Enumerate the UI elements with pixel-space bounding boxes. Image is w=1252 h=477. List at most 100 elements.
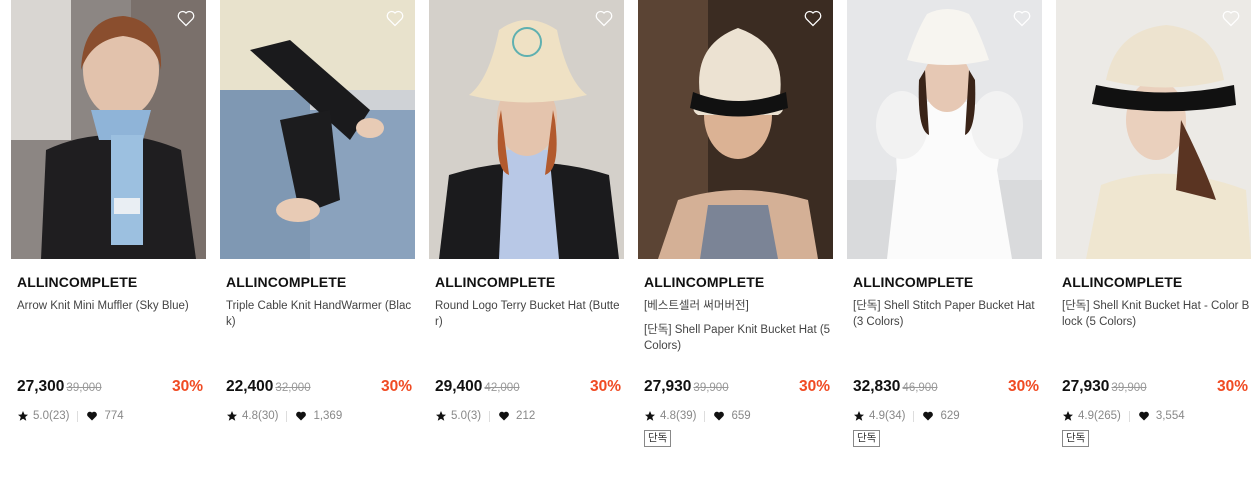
product-image[interactable]: [429, 0, 624, 259]
like-count: 3,554: [1155, 410, 1185, 422]
rating: 4.9(34): [869, 410, 906, 422]
divider: [704, 410, 706, 422]
star-icon: [1063, 411, 1073, 421]
product-image[interactable]: [1056, 0, 1251, 259]
exclusive-badge: 단독: [1062, 430, 1090, 447]
product-image[interactable]: [847, 0, 1042, 259]
product-photo: [11, 0, 206, 259]
product-image[interactable]: [638, 0, 833, 259]
price-row: 32,830 46,900 30%: [853, 378, 1042, 398]
brand-name[interactable]: ALLINCOMPLETE: [226, 274, 415, 290]
price-row: 27,930 39,900 30%: [1062, 378, 1251, 398]
original-price: 39,900: [693, 382, 729, 394]
product-name[interactable]: Triple Cable Knit HandWarmer (Black): [226, 298, 415, 330]
product-card[interactable]: ALLINCOMPLETE Arrow Knit Mini Muffler (S…: [11, 0, 206, 447]
brand-name[interactable]: ALLINCOMPLETE: [853, 274, 1042, 290]
wishlist-heart-icon[interactable]: [1221, 8, 1241, 28]
price-row: 27,300 39,000 30%: [17, 378, 206, 398]
product-info: [단독] Shell Stitch Paper Bucket Hat (3 Co…: [853, 298, 1042, 398]
product-card[interactable]: ALLINCOMPLETE Round Logo Terry Bucket Ha…: [429, 0, 624, 447]
brand-name[interactable]: ALLINCOMPLETE: [435, 274, 624, 290]
brand-name[interactable]: ALLINCOMPLETE: [17, 274, 206, 290]
product-name[interactable]: Round Logo Terry Bucket Hat (Butter): [435, 298, 624, 330]
sale-price: 27,930: [644, 378, 692, 395]
heart-filled-icon: [714, 411, 725, 421]
original-price: 39,900: [1111, 382, 1147, 394]
product-name[interactable]: [단독] Shell Stitch Paper Bucket Hat (3 Co…: [853, 298, 1042, 330]
like-count: 774: [104, 410, 124, 422]
sale-price: 27,300: [17, 378, 65, 395]
product-meta: 5.0(3) 212: [435, 410, 624, 422]
like-count: 629: [940, 410, 960, 422]
wishlist-heart-icon[interactable]: [594, 8, 614, 28]
brand-name[interactable]: ALLINCOMPLETE: [644, 274, 833, 290]
wishlist-heart-icon[interactable]: [803, 8, 823, 28]
product-info: Arrow Knit Mini Muffler (Sky Blue) 27,30…: [17, 298, 206, 398]
sale-price: 27,930: [1062, 378, 1110, 395]
discount-rate: 30%: [589, 378, 621, 395]
product-tag: [베스트셀러 써머버전]: [644, 300, 749, 312]
heart-filled-icon: [923, 411, 934, 421]
product-meta: 5.0(23) 774: [17, 410, 206, 422]
rating: 4.8(39): [660, 410, 697, 422]
product-photo: [847, 0, 1042, 259]
product-card[interactable]: ALLINCOMPLETE [단독] Shell Stitch Paper Bu…: [847, 0, 1042, 447]
product-photo: [1056, 0, 1251, 259]
star-icon: [645, 411, 655, 421]
divider: [489, 410, 491, 422]
product-info: Round Logo Terry Bucket Hat (Butter) 29,…: [435, 298, 624, 398]
product-info: Triple Cable Knit HandWarmer (Black) 22,…: [226, 298, 415, 398]
product-image[interactable]: [220, 0, 415, 259]
heart-filled-icon: [296, 411, 307, 421]
original-price: 39,000: [66, 382, 102, 394]
product-name[interactable]: Arrow Knit Mini Muffler (Sky Blue): [17, 298, 206, 314]
discount-rate: 30%: [1007, 378, 1039, 395]
star-icon: [854, 411, 864, 421]
discount-rate: 30%: [1216, 378, 1248, 395]
wishlist-heart-icon[interactable]: [176, 8, 196, 28]
divider: [913, 410, 915, 422]
rating: 4.8(30): [242, 410, 279, 422]
heart-filled-icon: [1138, 411, 1149, 421]
product-card[interactable]: ALLINCOMPLETE [베스트셀러 써머버전] [단독] Shell Pa…: [638, 0, 833, 447]
product-image[interactable]: [11, 0, 206, 259]
sale-price: 32,830: [853, 378, 901, 395]
brand-name[interactable]: ALLINCOMPLETE: [1062, 274, 1251, 290]
star-icon: [227, 411, 237, 421]
original-price: 46,900: [902, 382, 938, 394]
heart-filled-icon: [499, 411, 509, 421]
rating: 5.0(23): [33, 410, 70, 422]
like-count: 212: [516, 410, 536, 422]
original-price: 42,000: [484, 382, 520, 394]
product-name[interactable]: [단독] Shell Knit Bucket Hat - Color Block…: [1062, 298, 1251, 330]
discount-rate: 30%: [171, 378, 203, 395]
product-photo: [429, 0, 624, 259]
discount-rate: 30%: [380, 378, 412, 395]
price-row: 27,930 39,900 30%: [644, 378, 833, 398]
product-meta: 4.9(265) 3,554: [1062, 410, 1251, 422]
product-photo: [220, 0, 415, 259]
product-meta: 4.9(34) 629: [853, 410, 1042, 422]
exclusive-badge: 단독: [853, 430, 881, 447]
product-card[interactable]: ALLINCOMPLETE [단독] Shell Knit Bucket Hat…: [1056, 0, 1251, 447]
like-count: 1,369: [313, 410, 343, 422]
product-photo: [638, 0, 833, 259]
rating: 4.9(265): [1078, 410, 1121, 422]
star-icon: [436, 411, 446, 421]
sale-price: 22,400: [226, 378, 274, 395]
product-meta: 4.8(30) 1,369: [226, 410, 415, 422]
rating: 5.0(3): [451, 410, 482, 422]
product-card[interactable]: ALLINCOMPLETE Triple Cable Knit HandWarm…: [220, 0, 415, 447]
product-name[interactable]: [단독] Shell Paper Knit Bucket Hat (5 Colo…: [644, 322, 833, 354]
wishlist-heart-icon[interactable]: [1012, 8, 1032, 28]
product-meta: 4.8(39) 659: [644, 410, 833, 422]
exclusive-badge: 단독: [644, 430, 672, 447]
heart-filled-icon: [87, 411, 98, 421]
divider: [286, 410, 288, 422]
product-info: [단독] Shell Knit Bucket Hat - Color Block…: [1062, 298, 1251, 398]
wishlist-heart-icon[interactable]: [385, 8, 405, 28]
star-icon: [18, 411, 28, 421]
original-price: 32,000: [275, 382, 311, 394]
product-grid: ALLINCOMPLETE Arrow Knit Mini Muffler (S…: [11, 0, 1251, 447]
sale-price: 29,400: [435, 378, 483, 395]
